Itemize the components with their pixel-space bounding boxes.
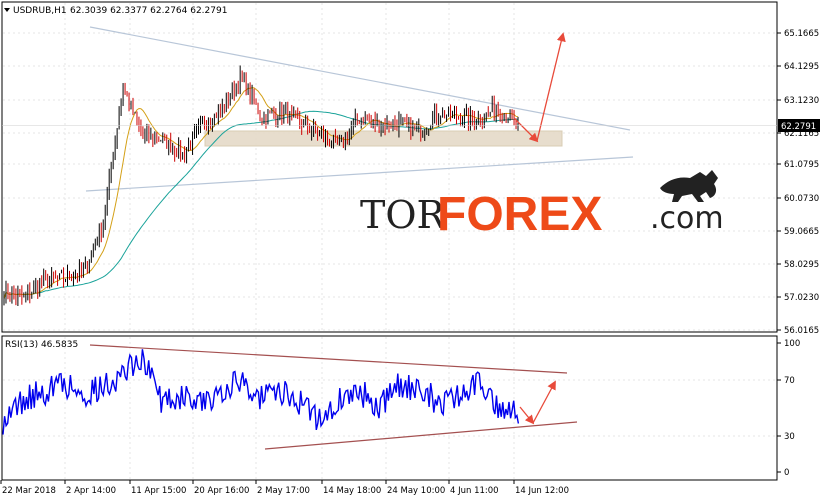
price-axis[interactable]: 65.1665 64.1295 63.1230 62.1165 61.0795 60.07… xyxy=(777,29,819,336)
price-tick-label: 60.0730 xyxy=(784,194,819,204)
rsi-tick-label: 100 xyxy=(784,339,800,349)
support-zone[interactable] xyxy=(204,130,563,147)
price-tick-label: 59.0665 xyxy=(784,227,819,237)
symbol-timeframe: USDRUB,H1 xyxy=(13,6,67,16)
rsi-tick-label: 30 xyxy=(784,432,795,442)
rsi-tick-label: 0 xyxy=(784,468,789,478)
rsi-axis[interactable]: 100 70 30 0 xyxy=(777,339,800,478)
main-pane-frame xyxy=(1,1,778,333)
rsi-title: RSI(13) 46.5835 xyxy=(5,340,78,350)
time-tick-label: 22 Mar 2018 xyxy=(2,486,56,496)
watermark-forex: FOREX xyxy=(437,188,602,241)
time-tick-label: 14 Jun 12:00 xyxy=(515,486,569,496)
rsi-tick-label: 70 xyxy=(784,376,795,386)
time-tick-label: 2 May 17:00 xyxy=(257,486,310,496)
time-tick-label: 14 May 18:00 xyxy=(323,486,381,496)
rsi-pane-frame xyxy=(1,335,778,481)
price-tick-label: 64.1295 xyxy=(784,62,819,72)
price-tick-label: 62.1165 xyxy=(784,129,819,139)
time-tick-label: 20 Apr 16:00 xyxy=(194,486,249,496)
ohlc-values: 62.3039 62.3377 62.2764 62.2791 xyxy=(70,6,227,16)
time-tick-label: 11 Apr 15:00 xyxy=(131,486,186,496)
time-tick-label: 4 Jun 11:00 xyxy=(450,486,499,496)
chart-canvas[interactable]: TOR FOREX .com 62.2791 65.166564.129563.… xyxy=(0,0,821,500)
watermark-com: .com xyxy=(650,201,724,236)
time-tick-label: 2 Apr 14:00 xyxy=(66,486,116,496)
price-tick-label: 57.0230 xyxy=(784,293,819,303)
price-tick-label: 65.1665 xyxy=(784,29,819,39)
chart-header: USDRUB,H1 62.3039 62.3377 62.2764 62.279… xyxy=(4,6,227,16)
price-tick-label: 56.0165 xyxy=(784,326,819,336)
price-tick-label: 61.0795 xyxy=(784,160,819,170)
price-tick-label: 58.0295 xyxy=(784,260,819,270)
time-axis[interactable]: 22 Mar 2018 2 Apr 14:00 11 Apr 15:00 20 Apr… xyxy=(0,480,569,496)
price-tick-label: 63.1230 xyxy=(784,96,819,106)
watermark-tor: TOR xyxy=(360,193,446,237)
time-tick-label: 24 May 10:00 xyxy=(387,486,445,496)
